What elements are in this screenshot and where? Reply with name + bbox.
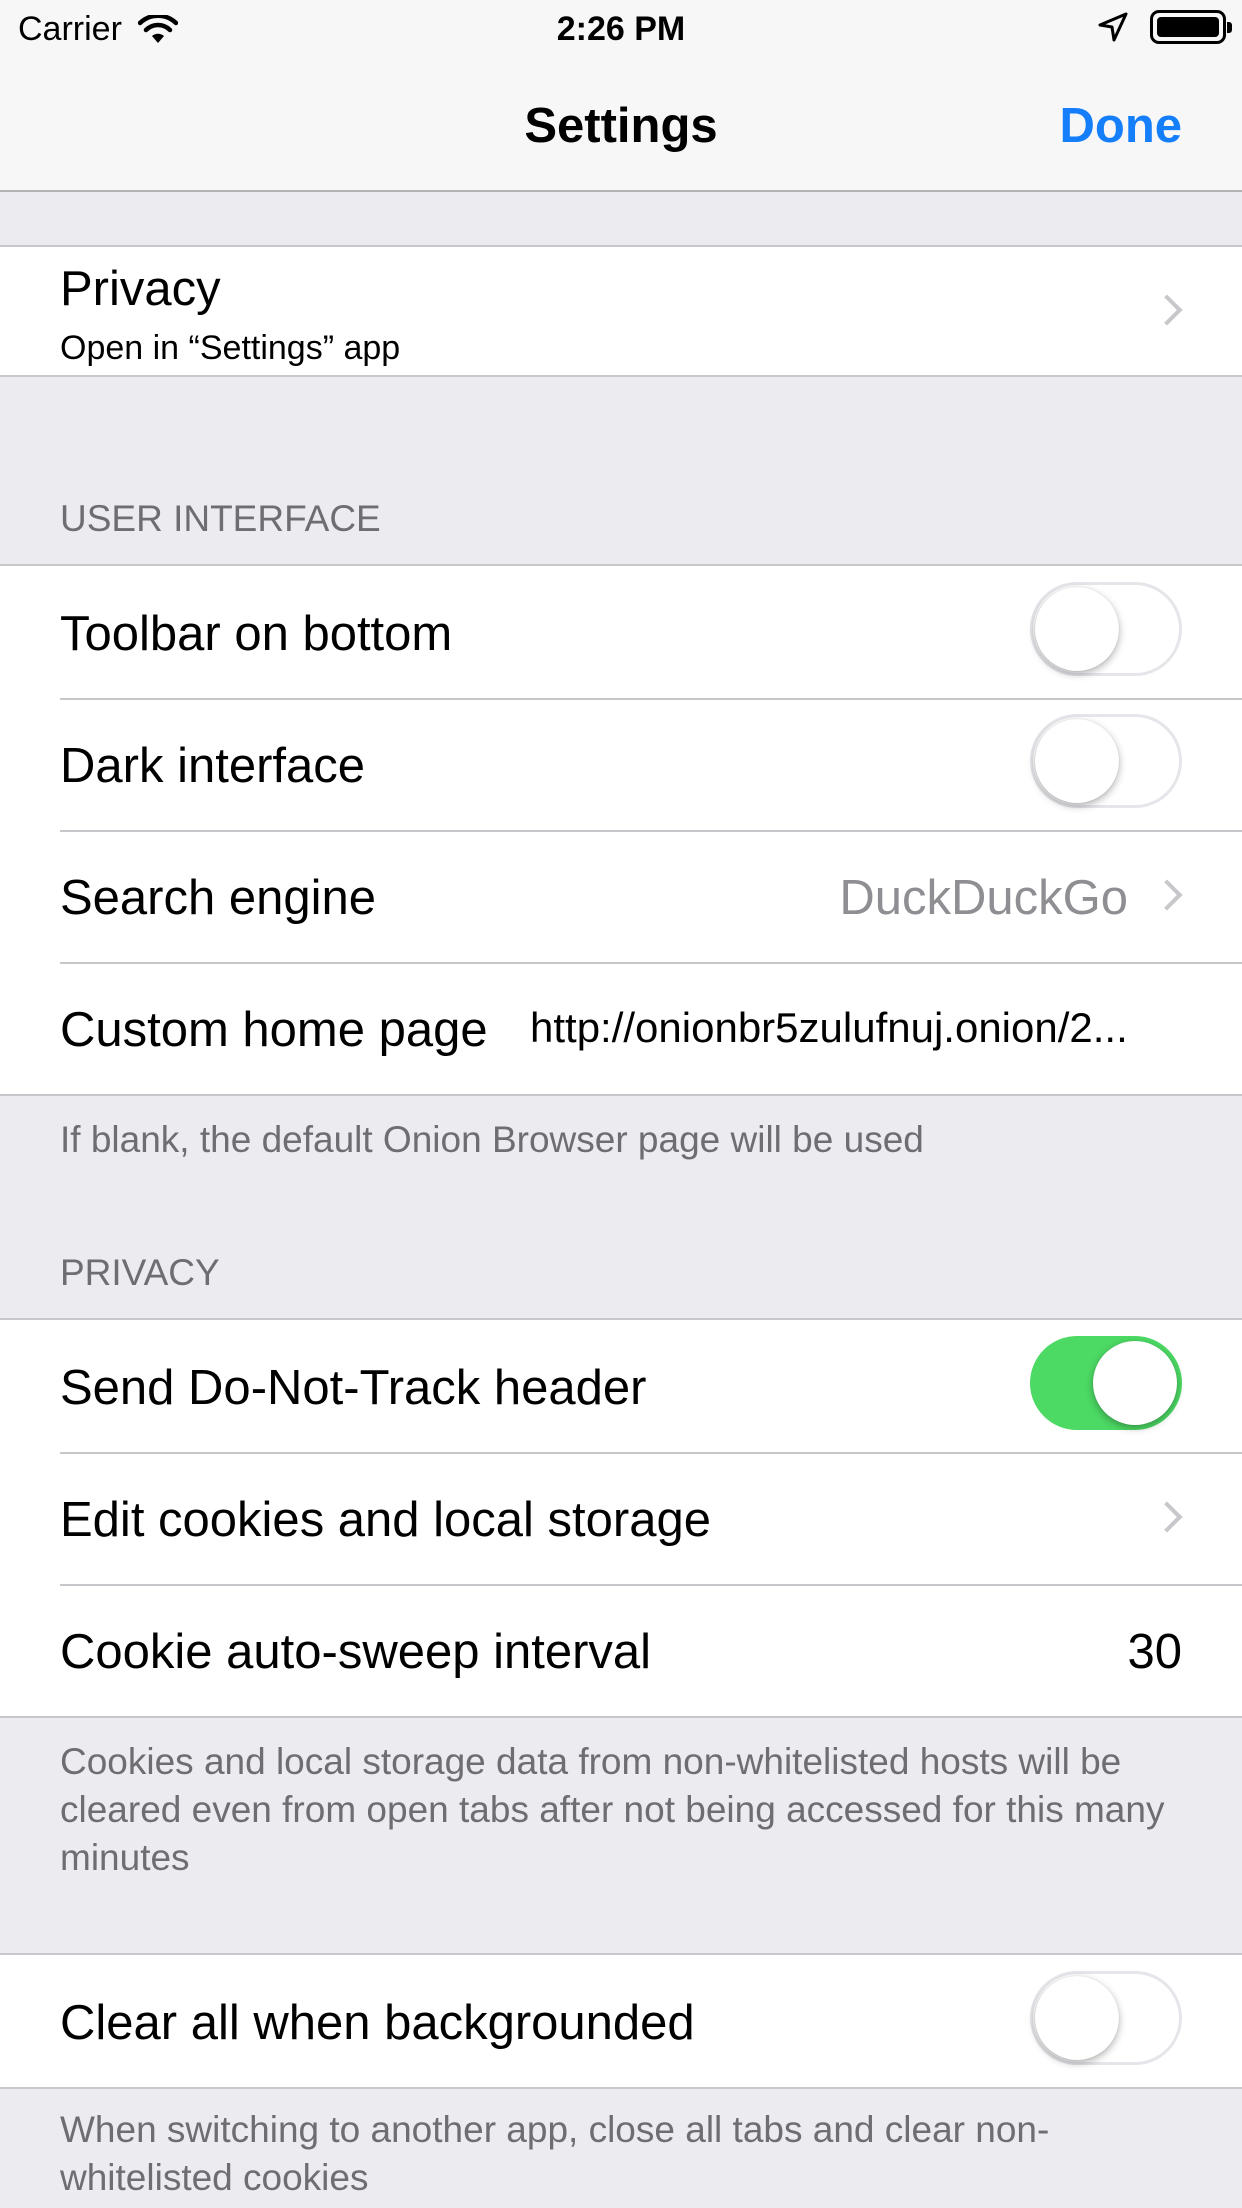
battery-icon	[1150, 10, 1232, 44]
user-interface-footer: If blank, the default Onion Browser page…	[60, 1119, 924, 1160]
page-title: Settings	[524, 99, 718, 153]
clear-all-toggle[interactable]	[1030, 1971, 1182, 2065]
done-button[interactable]: Done	[1060, 98, 1183, 154]
status-right	[1098, 10, 1232, 44]
custom-home-page-row: Custom home page http://onionbr5zulufnuj…	[0, 962, 1242, 1094]
clear-all-row: Clear all when backgrounded	[0, 1955, 1242, 2087]
status-time: 2:26 PM	[556, 10, 686, 48]
search-engine-label: Search engine	[60, 871, 377, 925]
status-bar: Carrier 2:26 PM	[0, 0, 1242, 60]
toolbar-on-bottom-row: Toolbar on bottom	[0, 566, 1242, 698]
privacy-group: Send Do-Not-Track header Edit cookies an…	[0, 1318, 1242, 1718]
user-interface-header: USER INTERFACE	[60, 498, 381, 539]
clear-all-label: Clear all when backgrounded	[60, 1996, 695, 2050]
do-not-track-toggle[interactable]	[1030, 1336, 1182, 1430]
privacy-settings-subtitle: Open in “Settings” app	[60, 329, 401, 367]
privacy-header: PRIVACY	[60, 1252, 220, 1293]
do-not-track-label: Send Do-Not-Track header	[60, 1361, 647, 1415]
search-engine-value: DuckDuckGo	[839, 871, 1128, 925]
auto-sweep-row: Cookie auto-sweep interval 30	[0, 1584, 1242, 1716]
privacy-settings-row[interactable]: Privacy Open in “Settings” app	[0, 247, 1242, 375]
privacy-settings-group: Privacy Open in “Settings” app	[0, 245, 1242, 377]
do-not-track-row: Send Do-Not-Track header	[0, 1320, 1242, 1452]
user-interface-group: Toolbar on bottom Dark interface Search …	[0, 564, 1242, 1096]
dark-interface-label: Dark interface	[60, 739, 366, 793]
toolbar-on-bottom-toggle[interactable]	[1030, 582, 1182, 676]
chevron-right-icon	[1151, 1501, 1183, 1533]
custom-home-page-field[interactable]: http://onionbr5zulufnuj.onion/2...	[530, 1004, 1170, 1052]
location-arrow-icon	[1098, 12, 1128, 42]
dark-interface-row: Dark interface	[0, 698, 1242, 830]
privacy-footer: Cookies and local storage data from non-…	[60, 1741, 1165, 1878]
toolbar-on-bottom-label: Toolbar on bottom	[60, 607, 453, 661]
navigation-bar: Settings Done	[0, 60, 1242, 192]
edit-cookies-label: Edit cookies and local storage	[60, 1493, 711, 1547]
auto-sweep-label: Cookie auto-sweep interval	[60, 1625, 652, 1679]
chevron-right-icon	[1151, 879, 1183, 911]
dark-interface-toggle[interactable]	[1030, 714, 1182, 808]
edit-cookies-row[interactable]: Edit cookies and local storage	[0, 1452, 1242, 1584]
privacy-settings-title: Privacy	[60, 262, 221, 316]
auto-sweep-value[interactable]: 30	[1127, 1624, 1182, 1680]
backgrounding-group: Clear all when backgrounded	[0, 1953, 1242, 2089]
backgrounding-footer: When switching to another app, close all…	[60, 2109, 1050, 2198]
chevron-right-icon	[1151, 294, 1183, 326]
custom-home-page-label: Custom home page	[60, 1003, 488, 1057]
search-engine-row[interactable]: Search engine DuckDuckGo	[0, 830, 1242, 962]
